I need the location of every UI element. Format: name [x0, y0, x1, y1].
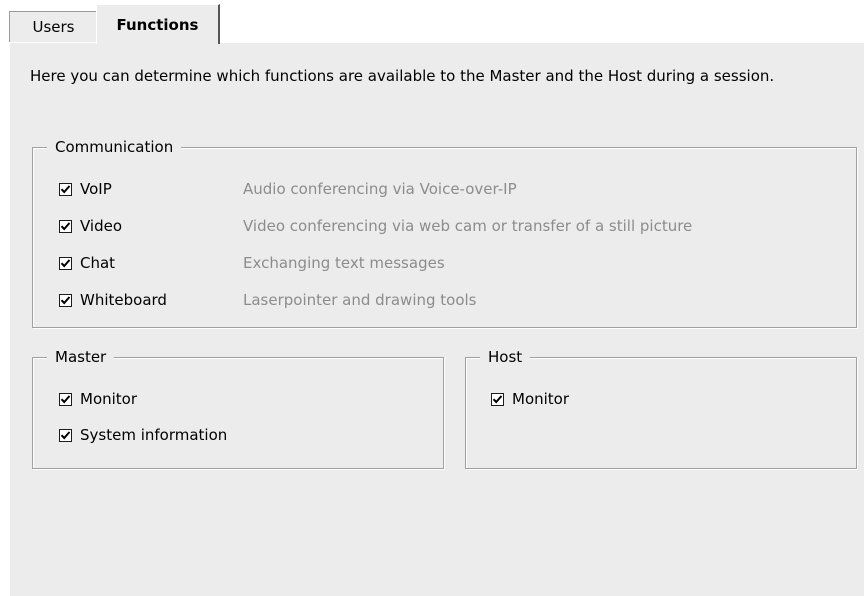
host-monitor-checkbox-row[interactable]: Monitor	[491, 388, 569, 410]
communication-group: Communication VoIP Audio conferencing vi…	[32, 137, 857, 328]
system-information-checkbox[interactable]	[59, 428, 72, 442]
whiteboard-description: Laserpointer and drawing tools	[243, 291, 477, 309]
voip-description: Audio conferencing via Voice-over-IP	[243, 180, 517, 198]
master-monitor-checkbox[interactable]	[59, 392, 72, 406]
host-monitor-label: Monitor	[512, 390, 570, 408]
chat-description: Exchanging text messages	[243, 254, 445, 272]
video-checkbox-row[interactable]: Video	[59, 215, 122, 237]
voip-checkbox-row[interactable]: VoIP	[59, 178, 112, 200]
whiteboard-checkbox[interactable]	[59, 293, 72, 307]
master-group-title: Master	[47, 347, 115, 367]
intro-text: Here you can determine which functions a…	[30, 67, 775, 85]
video-label: Video	[80, 217, 123, 235]
tab-users-label: Users	[32, 18, 75, 36]
checkmark-icon	[60, 221, 71, 230]
checkmark-icon	[492, 394, 503, 403]
voip-checkbox[interactable]	[59, 182, 72, 196]
functions-settings-window: Users Functions Here you can determine w…	[0, 0, 864, 596]
chat-checkbox-row[interactable]: Chat	[59, 252, 115, 274]
master-monitor-label: Monitor	[80, 390, 138, 408]
tab-functions-label: Functions	[116, 15, 199, 34]
chat-checkbox[interactable]	[59, 256, 72, 270]
voip-label: VoIP	[80, 180, 112, 198]
host-monitor-checkbox[interactable]	[491, 392, 504, 406]
system-information-checkbox-row[interactable]: System information	[59, 424, 227, 446]
functions-panel: Here you can determine which functions a…	[9, 42, 864, 596]
system-information-label: System information	[80, 426, 228, 444]
checkmark-icon	[60, 295, 71, 304]
communication-group-title: Communication	[47, 137, 182, 157]
checkmark-icon	[60, 394, 71, 403]
tab-strip: Users Functions	[0, 0, 864, 44]
checkmark-icon	[60, 430, 71, 439]
video-description: Video conferencing via web cam or transf…	[243, 217, 693, 235]
master-monitor-checkbox-row[interactable]: Monitor	[59, 388, 137, 410]
tab-users[interactable]: Users	[9, 11, 97, 42]
checkmark-icon	[60, 258, 71, 267]
chat-label: Chat	[80, 254, 116, 272]
video-checkbox[interactable]	[59, 219, 72, 233]
host-group: Host Monitor	[465, 347, 857, 469]
whiteboard-label: Whiteboard	[80, 291, 167, 309]
tab-functions[interactable]: Functions	[96, 4, 220, 44]
host-group-title: Host	[480, 347, 531, 367]
master-group: Master Monitor System information	[32, 347, 444, 469]
checkmark-icon	[60, 184, 71, 193]
whiteboard-checkbox-row[interactable]: Whiteboard	[59, 289, 167, 311]
